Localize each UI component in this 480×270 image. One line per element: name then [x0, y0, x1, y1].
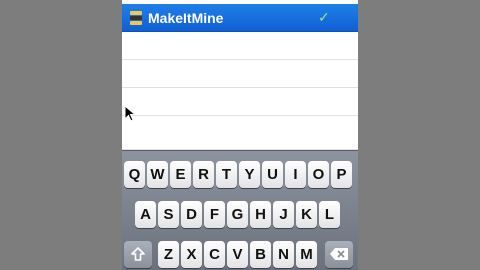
- key-d[interactable]: D: [181, 201, 202, 228]
- backspace-icon: [330, 248, 348, 260]
- key-o[interactable]: O: [308, 161, 329, 188]
- key-l[interactable]: L: [319, 201, 340, 228]
- key-j[interactable]: J: [273, 201, 294, 228]
- key-v[interactable]: V: [227, 241, 248, 268]
- key-i[interactable]: I: [285, 161, 306, 188]
- list-item[interactable]: [122, 32, 358, 60]
- list-item[interactable]: [122, 60, 358, 88]
- key-y[interactable]: Y: [239, 161, 260, 188]
- key-f[interactable]: F: [204, 201, 225, 228]
- key-p[interactable]: P: [331, 161, 352, 188]
- key-b[interactable]: B: [250, 241, 271, 268]
- key-m[interactable]: M: [296, 241, 317, 268]
- list-item[interactable]: [122, 88, 358, 116]
- key-r[interactable]: R: [193, 161, 214, 188]
- list-item[interactable]: [122, 116, 358, 150]
- key-q[interactable]: Q: [124, 161, 145, 188]
- list-item-selected[interactable]: MakeItMine ✓: [122, 4, 358, 32]
- list-item-label: MakeItMine: [148, 10, 224, 26]
- shift-icon: [131, 247, 145, 261]
- drive-icon: [130, 11, 142, 25]
- left-background: [0, 0, 122, 270]
- key-h[interactable]: H: [250, 201, 271, 228]
- key-n[interactable]: N: [273, 241, 294, 268]
- key-z[interactable]: Z: [158, 241, 179, 268]
- key-c[interactable]: C: [204, 241, 225, 268]
- right-background: [358, 0, 480, 270]
- checkmark-icon: ✓: [318, 9, 330, 25]
- phone-screen: MakeItMine ✓ Q W E R T Y U I O P A S D F…: [122, 0, 358, 270]
- key-k[interactable]: K: [296, 201, 317, 228]
- key-u[interactable]: U: [262, 161, 283, 188]
- mouse-cursor-icon: [124, 105, 136, 122]
- shift-key[interactable]: [124, 241, 152, 268]
- key-t[interactable]: T: [216, 161, 237, 188]
- backspace-key[interactable]: [325, 241, 353, 268]
- key-s[interactable]: S: [158, 201, 179, 228]
- onscreen-keyboard: Q W E R T Y U I O P A S D F G H J K L Z …: [122, 150, 358, 270]
- item-list: MakeItMine ✓: [122, 0, 358, 150]
- key-g[interactable]: G: [227, 201, 248, 228]
- key-w[interactable]: W: [147, 161, 168, 188]
- key-x[interactable]: X: [181, 241, 202, 268]
- key-a[interactable]: A: [135, 201, 156, 228]
- key-e[interactable]: E: [170, 161, 191, 188]
